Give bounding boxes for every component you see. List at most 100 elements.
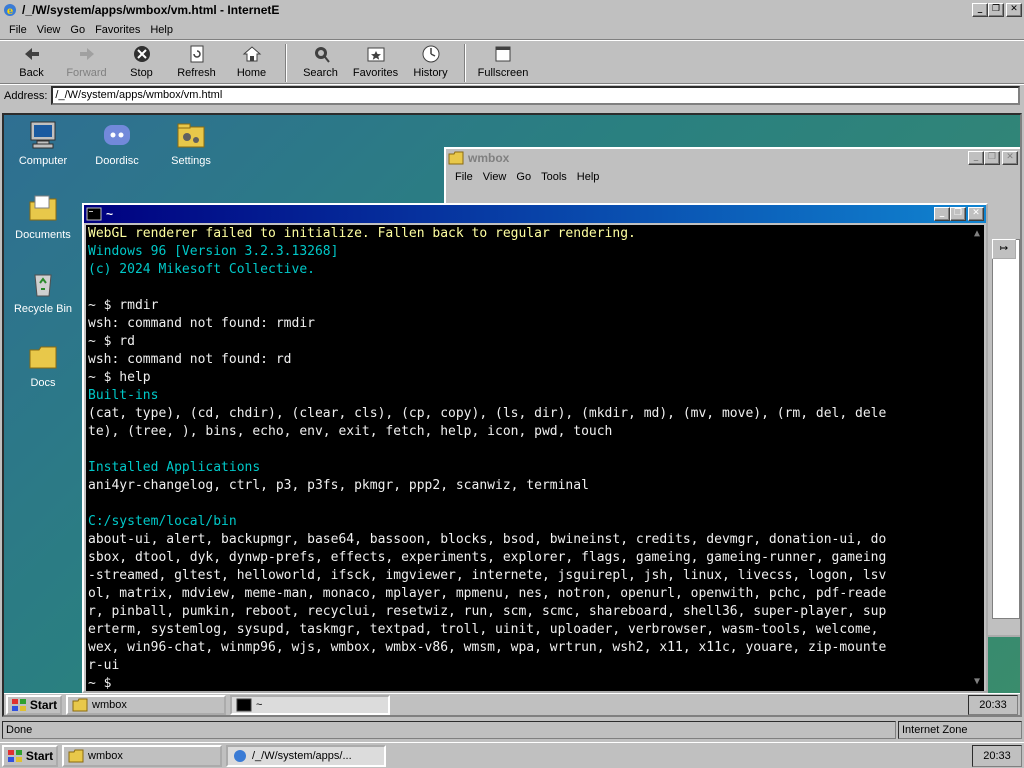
- maximize-button[interactable]: ❐: [988, 3, 1004, 17]
- terminal-line: ~ $: [88, 676, 112, 691]
- status-text: Done: [2, 721, 896, 739]
- close-button[interactable]: ✕: [968, 207, 984, 221]
- menu-help[interactable]: Help: [572, 171, 605, 183]
- fullscreen-button[interactable]: Fullscreen: [472, 43, 534, 83]
- desktop-icon-doordisc[interactable]: Doordisc: [82, 119, 152, 167]
- terminal-line: ani4yr-changelog, ctrl, p3, p3fs, pkmgr,…: [88, 478, 589, 493]
- menu-file[interactable]: File: [450, 171, 478, 183]
- terminal-line: ol, matrix, mdview, meme-man, monaco, mp…: [88, 586, 887, 601]
- computer-icon: [30, 121, 56, 149]
- desktop-icon-label: Computer: [18, 155, 68, 167]
- favorites-button[interactable]: Favorites: [348, 43, 403, 83]
- taskbar-item-internete[interactable]: /_/W/system/apps/...: [226, 744, 386, 767]
- terminal-title: ~: [106, 207, 114, 221]
- close-button[interactable]: ✕: [1006, 3, 1022, 17]
- refresh-label: Refresh: [177, 67, 216, 79]
- terminal-line: (cat, type), (cd, chdir), (clear, cls), …: [88, 406, 887, 421]
- wmbox-title: wmbox: [468, 151, 510, 165]
- menu-go[interactable]: Go: [511, 171, 536, 183]
- taskbar-clock: 20:33: [968, 694, 1018, 715]
- start-button[interactable]: Start: [2, 744, 58, 767]
- go-arrow-icon[interactable]: ↦: [992, 239, 1016, 259]
- back-button[interactable]: Back: [4, 43, 59, 83]
- refresh-button[interactable]: Refresh: [169, 43, 224, 83]
- minimize-button[interactable]: _: [934, 207, 950, 221]
- forward-button[interactable]: Forward: [59, 43, 114, 83]
- terminal-line: erterm, systemlog, sysupd, taskmgr, text…: [88, 622, 879, 637]
- desktop-icon-docs[interactable]: Docs: [8, 341, 78, 389]
- terminal-line: wsh: command not found: rd: [88, 352, 292, 367]
- terminal-line: wex, win96-chat, winmp96, wjs, wmbox, wm…: [88, 640, 887, 655]
- address-input[interactable]: /_/W/system/apps/wmbox/vm.html: [51, 86, 1020, 105]
- terminal-line: Built-ins: [88, 388, 159, 403]
- address-bar: Address: /_/W/system/apps/wmbox/vm.html: [0, 84, 1024, 106]
- terminal-output[interactable]: WebGL renderer failed to initialize. Fal…: [86, 225, 984, 691]
- terminal-line: r-ui: [88, 658, 120, 673]
- taskbar-item-label: /_/W/system/apps/...: [252, 749, 352, 762]
- terminal-titlebar[interactable]: ~ _ ❐ ✕: [84, 205, 986, 223]
- minimize-button[interactable]: _: [972, 3, 988, 17]
- folder-icon: [29, 346, 57, 369]
- windows-logo-icon: [7, 749, 22, 762]
- desktop-icon-label: Recycle Bin: [13, 303, 73, 315]
- terminal-line: Installed Applications: [88, 460, 261, 475]
- taskbar-item-wmbox[interactable]: wmbox: [62, 744, 222, 767]
- taskbar-item-label: wmbox: [88, 749, 123, 762]
- favorites-icon: [367, 47, 384, 62]
- terminal-line: r, pinball, pumkin, reboot, recyclui, re…: [88, 604, 887, 619]
- wmbox-menubar: File View Go Tools Help: [446, 167, 1020, 187]
- menu-help[interactable]: Help: [145, 24, 178, 36]
- terminal-line: sbox, dtool, dyk, dynwp-prefs, effects, …: [88, 550, 887, 565]
- stop-icon: [133, 46, 150, 62]
- scroll-up-icon[interactable]: ▲: [970, 225, 984, 243]
- forward-label: Forward: [66, 67, 107, 79]
- win96-desktop: Computer Doordisc Settings Documents Rec…: [4, 115, 1020, 715]
- folder-icon: [448, 151, 464, 165]
- windows-logo-icon: [11, 698, 26, 711]
- search-icon: [314, 47, 330, 63]
- ie-toolbar: Back Forward Stop Refresh Home Search Fa…: [0, 40, 1024, 84]
- ie-menubar: File View Go Favorites Help: [0, 20, 1024, 40]
- back-arrow-icon: [24, 48, 39, 60]
- desktop-icon-recycle-bin[interactable]: Recycle Bin: [8, 267, 78, 315]
- stop-button[interactable]: Stop: [114, 43, 169, 83]
- desktop-icon-settings[interactable]: Settings: [156, 119, 226, 167]
- menu-go[interactable]: Go: [65, 24, 90, 36]
- close-button[interactable]: ✕: [1002, 151, 1018, 165]
- terminal-line: te), (tree, ), bins, echo, env, exit, fe…: [88, 424, 613, 439]
- menu-favorites[interactable]: Favorites: [90, 24, 145, 36]
- folder-icon: [29, 195, 57, 221]
- start-button[interactable]: Start: [6, 694, 62, 715]
- terminal-icon: [86, 207, 102, 221]
- discord-icon: [104, 125, 130, 145]
- taskbar-clock: 20:33: [972, 744, 1022, 767]
- fullscreen-label: Fullscreen: [477, 67, 529, 79]
- ie-titlebar[interactable]: e /_/W/system/apps/wmbox/vm.html - Inter…: [0, 0, 1024, 20]
- taskbar-item-wmbox[interactable]: wmbox: [66, 694, 226, 715]
- menu-tools[interactable]: Tools: [536, 171, 572, 183]
- home-button[interactable]: Home: [224, 43, 279, 83]
- menu-view[interactable]: View: [32, 24, 66, 36]
- desktop-icon-computer[interactable]: Computer: [8, 119, 78, 167]
- win96-taskbar: Start wmbox ~ 20:33: [4, 693, 1020, 715]
- terminal-scrollbar[interactable]: ▲ ▼: [970, 225, 984, 691]
- wmbox-titlebar[interactable]: wmbox _ ❐ ✕: [446, 149, 1020, 167]
- desktop-icon-documents[interactable]: Documents: [8, 193, 78, 241]
- taskbar-item-terminal[interactable]: ~: [230, 694, 390, 715]
- maximize-button[interactable]: ❐: [984, 151, 1000, 165]
- menu-file[interactable]: File: [4, 24, 32, 36]
- menu-view[interactable]: View: [478, 171, 512, 183]
- terminal-line: C:/system/local/bin: [88, 514, 237, 529]
- maximize-button[interactable]: ❐: [950, 207, 966, 221]
- host-taskbar: Start wmbox /_/W/system/apps/... 20:33: [0, 742, 1024, 768]
- terminal-window[interactable]: ~ _ ❐ ✕ WebGL renderer failed to initial…: [82, 203, 988, 693]
- home-label: Home: [236, 67, 267, 79]
- folder-icon: [72, 698, 88, 711]
- search-button[interactable]: Search: [293, 43, 348, 83]
- ie-statusbar: Done Internet Zone: [0, 719, 1024, 741]
- scroll-down-icon[interactable]: ▼: [970, 673, 984, 691]
- history-button[interactable]: History: [403, 43, 458, 83]
- minimize-button[interactable]: _: [968, 151, 984, 165]
